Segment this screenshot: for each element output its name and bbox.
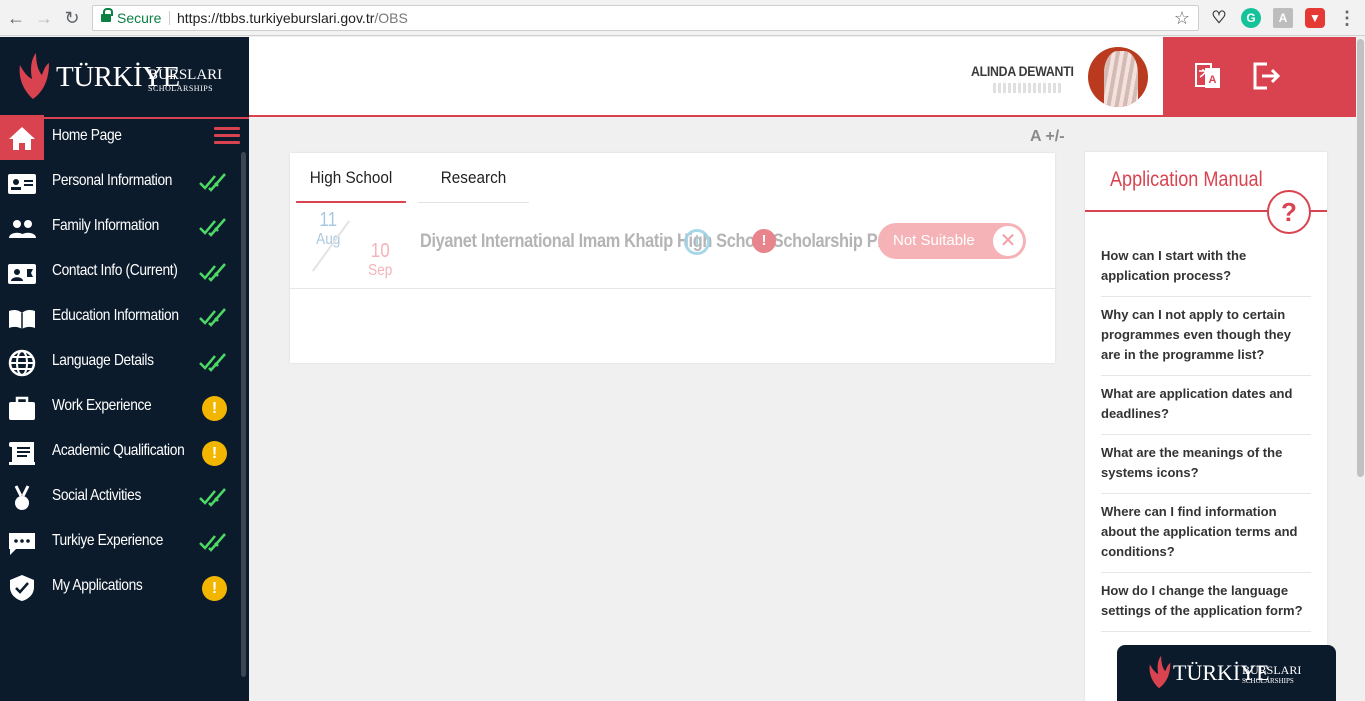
reload-icon[interactable]: ↻ [62,8,82,28]
status-badge: Not Suitable ✕ [878,223,1026,259]
sidebar-item-label: Home Page [52,127,122,144]
chat-bubble-icon [9,533,35,555]
medal-icon [14,485,30,510]
id-card-icon [8,174,36,194]
sidebar-item-family-information[interactable]: Family Information [0,205,241,250]
sidebar-item-label: Work Experience [52,397,152,414]
back-arrow-icon[interactable]: ← [6,8,26,28]
sidebar-item-academic-qualification[interactable]: Academic Qualification ! [0,430,241,475]
header-actions: A [1163,37,1365,116]
top-header: ALINDA DEWANTI A [249,37,1365,117]
page-scrollbar[interactable] [1356,37,1365,701]
secure-label: Secure [117,10,162,26]
address-bar[interactable]: Secure https://tbbs.turkiyeburslari.gov.… [92,5,1199,31]
sidebar-item-label: Contact Info (Current) [52,262,178,279]
sidebar-item-label: Turkiye Experience [52,532,164,549]
manual-title: Application Manual [1110,168,1263,191]
tab-research[interactable]: Research [418,153,529,203]
faq-question[interactable]: What are the meanings of the systems ico… [1101,435,1311,494]
sidebar-item-personal-information[interactable]: Personal Information [0,160,241,205]
warning-icon: ! [202,576,227,601]
tulip-logo-icon [1149,655,1171,689]
faq-question[interactable]: What are application dates and deadlines… [1101,376,1311,435]
home-icon [9,127,35,150]
chat-widget[interactable]: TÜRKİYE BURSLARI SCHOLARSHIPS [1117,645,1336,701]
redacted-user-id [993,83,1063,93]
sidebar-menu: Home Page Personal Information Family In… [0,115,241,610]
double-check-icon [199,353,226,372]
open-book-icon [9,309,35,329]
sidebar-item-home[interactable]: Home Page [0,115,241,160]
forward-arrow-icon[interactable]: → [34,8,54,28]
heart-extension-icon[interactable]: ♡ [1209,8,1229,28]
sidebar-item-work-experience[interactable]: Work Experience ! [0,385,241,430]
double-check-icon [199,308,226,327]
faq-question[interactable]: How can I start with the application pro… [1101,238,1311,297]
faq-question[interactable]: How do I change the language settings of… [1101,573,1311,632]
double-check-icon [199,488,226,507]
alert-icon[interactable]: ! [752,229,776,253]
grammarly-icon[interactable]: G [1241,8,1261,28]
sidebar-item-label: Education Information [52,307,179,324]
globe-icon [8,349,36,377]
faq-question[interactable]: Where can I find information about the a… [1101,494,1311,573]
faq-list: How can I start with the application pro… [1101,238,1311,632]
double-check-icon [199,173,226,192]
shield-extension-icon[interactable]: ▼ [1305,8,1325,28]
start-date: 11 Aug [316,209,341,248]
program-title: Diyanet International Imam Khatip High S… [420,231,885,252]
help-icon: ? [1267,190,1311,234]
double-check-icon [199,263,226,282]
sidebar-item-contact-info[interactable]: Contact Info (Current) [0,250,241,295]
sidebar-item-language-details[interactable]: Language Details [0,340,241,385]
warning-icon: ! [202,441,227,466]
lock-icon [101,8,113,23]
end-date: 10 Sep [368,240,393,279]
certificate-icon [9,442,35,465]
sidebar-item-label: Social Activities [52,487,141,504]
chat-logo-word3: SCHOLARSHIPS [1242,677,1294,685]
font-size-control[interactable]: A +/- [1030,128,1065,146]
sidebar-item-education-information[interactable]: Education Information [0,295,241,340]
browser-menu-icon[interactable]: ⋮ [1337,8,1357,28]
sidebar-scrollbar[interactable] [241,152,246,677]
sidebar-item-turkiye-experience[interactable]: Turkiye Experience [0,520,241,565]
double-check-icon [199,533,226,552]
chat-logo-word2: BURSLARI [1242,663,1302,677]
tab-high-school[interactable]: High School [296,153,406,203]
sidebar-item-label: My Applications [52,577,143,594]
status-label: Not Suitable [893,232,975,249]
browser-toolbar: ← → ↻ Secure https://tbbs.turkiyeburslar… [0,0,1365,36]
application-row[interactable]: 11 Aug 10 Sep Diyanet International Imam K… [290,205,1055,289]
logout-icon[interactable] [1251,61,1281,91]
svg-text:A: A [1209,74,1217,86]
omnibox-separator [169,11,170,25]
username: ALINDA DEWANTI [971,63,1074,79]
info-icon[interactable]: i [684,229,710,255]
sidebar-item-label: Academic Qualification [52,442,185,459]
briefcase-icon [9,396,35,420]
sidebar-item-my-applications[interactable]: My Applications ! [0,565,241,610]
shield-check-icon [10,575,34,601]
bookmark-star-icon[interactable]: ☆ [1174,6,1190,30]
sidebar-item-label: Family Information [52,217,159,234]
url-text: https://tbbs.turkiyeburslari.gov.tr/OBS [177,10,408,26]
pdf-extension-icon[interactable]: A [1273,8,1293,28]
sidebar-item-social-activities[interactable]: Social Activities [0,475,241,520]
warning-icon: ! [202,396,227,421]
sidebar-item-label: Personal Information [52,172,173,189]
application-manual-panel: Application Manual ? How can I start wit… [1085,152,1327,701]
sidebar-item-label: Language Details [52,352,154,369]
double-check-icon [199,218,226,237]
family-icon [9,220,36,238]
avatar[interactable] [1088,47,1148,107]
contact-card-icon [8,264,36,284]
faq-question[interactable]: Why can I not apply to certain programme… [1101,297,1311,376]
tulip-logo-icon [19,53,49,99]
applications-card: High School Research 11 Aug 10 Sep Diyanet… [290,153,1055,363]
page-scrollbar-thumb[interactable] [1357,39,1364,477]
close-icon: ✕ [993,226,1023,256]
translate-icon[interactable]: A [1193,61,1223,91]
